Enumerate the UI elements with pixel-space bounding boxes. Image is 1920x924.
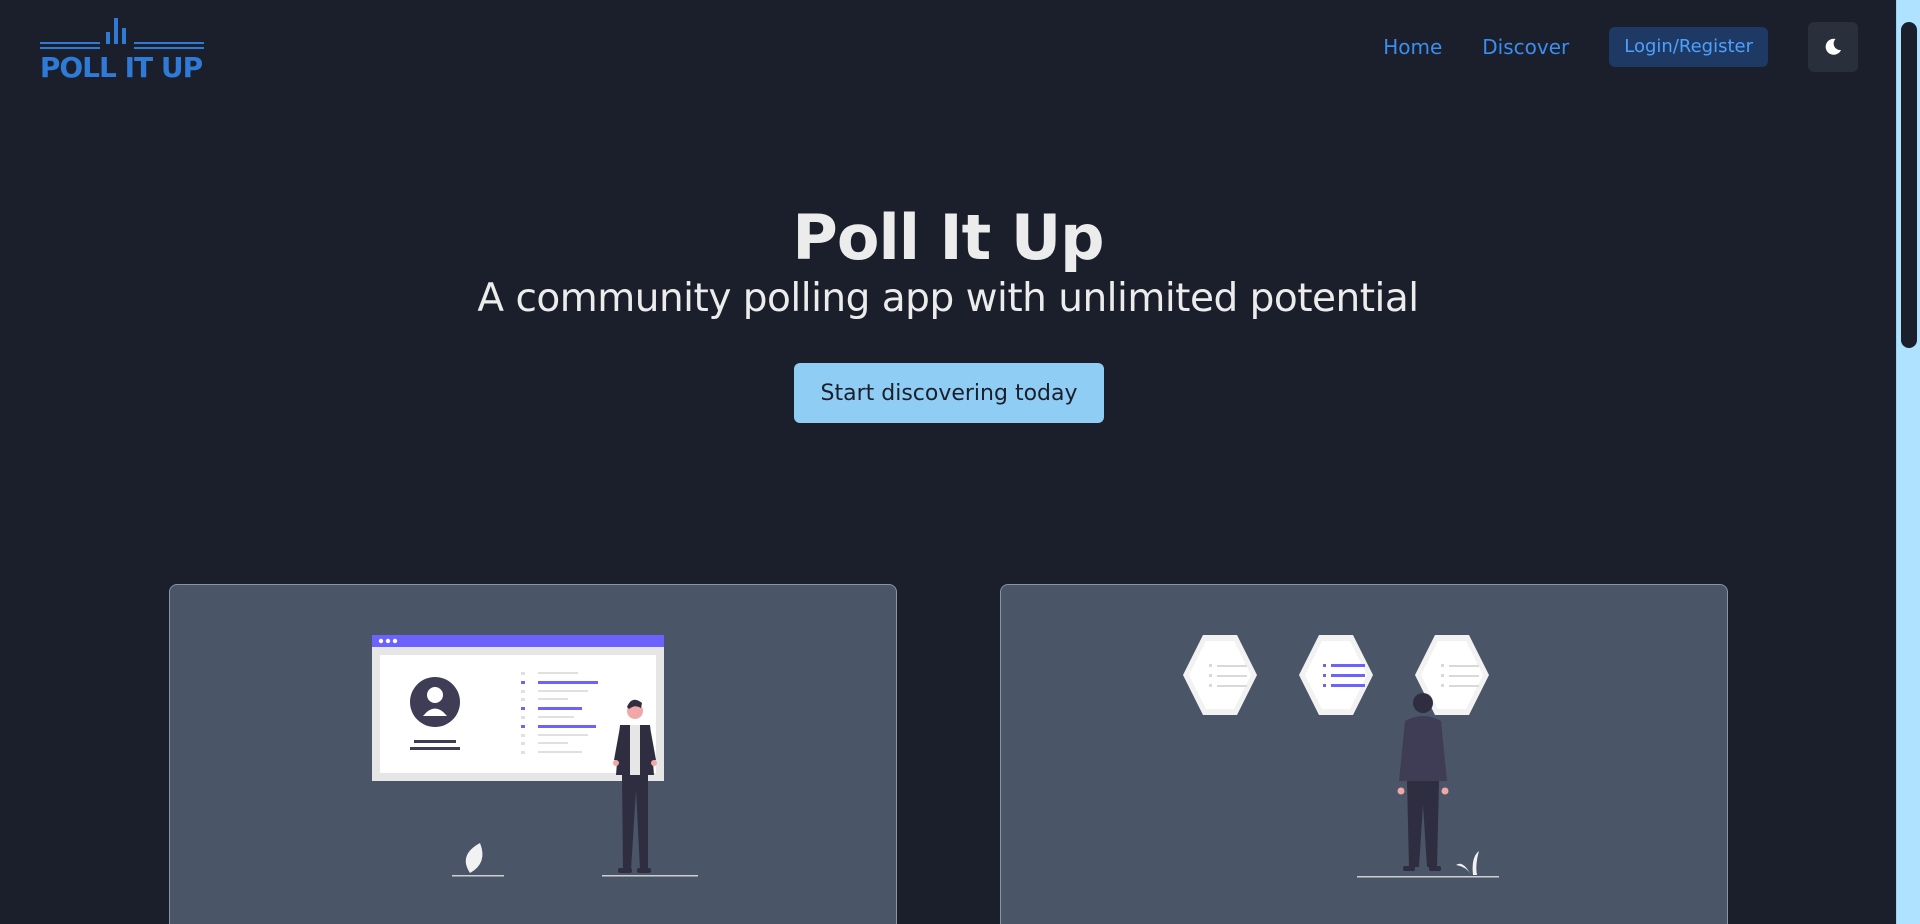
page-scrollbar[interactable] [1896, 0, 1920, 924]
hero-subtitle: A community polling app with unlimited p… [477, 276, 1419, 321]
nav-discover-link[interactable]: Discover [1482, 35, 1569, 59]
start-discovering-button[interactable]: Start discovering today [794, 363, 1104, 423]
logo[interactable]: POLL IT UP [38, 16, 206, 84]
feature-card-discover [1000, 584, 1728, 924]
hero-title: Poll It Up [792, 201, 1104, 274]
login-register-button[interactable]: Login/Register [1609, 27, 1768, 67]
hero: Poll It Up A community polling app with … [0, 200, 1896, 324]
logo-text: POLL IT UP [40, 51, 203, 80]
hexagon-list-1 [1183, 635, 1257, 715]
feature-card-profile [169, 584, 897, 924]
profile-illustration [372, 635, 698, 877]
hexagon-list-2 [1299, 635, 1373, 715]
discover-illustration [1183, 635, 1499, 878]
nav-home-link[interactable]: Home [1383, 35, 1442, 59]
theme-toggle-button[interactable] [1808, 22, 1858, 72]
scrollbar-thumb[interactable] [1901, 22, 1917, 348]
navbar: POLL IT UP Home Discover Login/Register [0, 0, 1896, 96]
moon-icon [1825, 38, 1841, 55]
poll-it-up-logo: POLL IT UP [40, 18, 204, 84]
nav-links: Home Discover Login/Register [1383, 22, 1858, 72]
